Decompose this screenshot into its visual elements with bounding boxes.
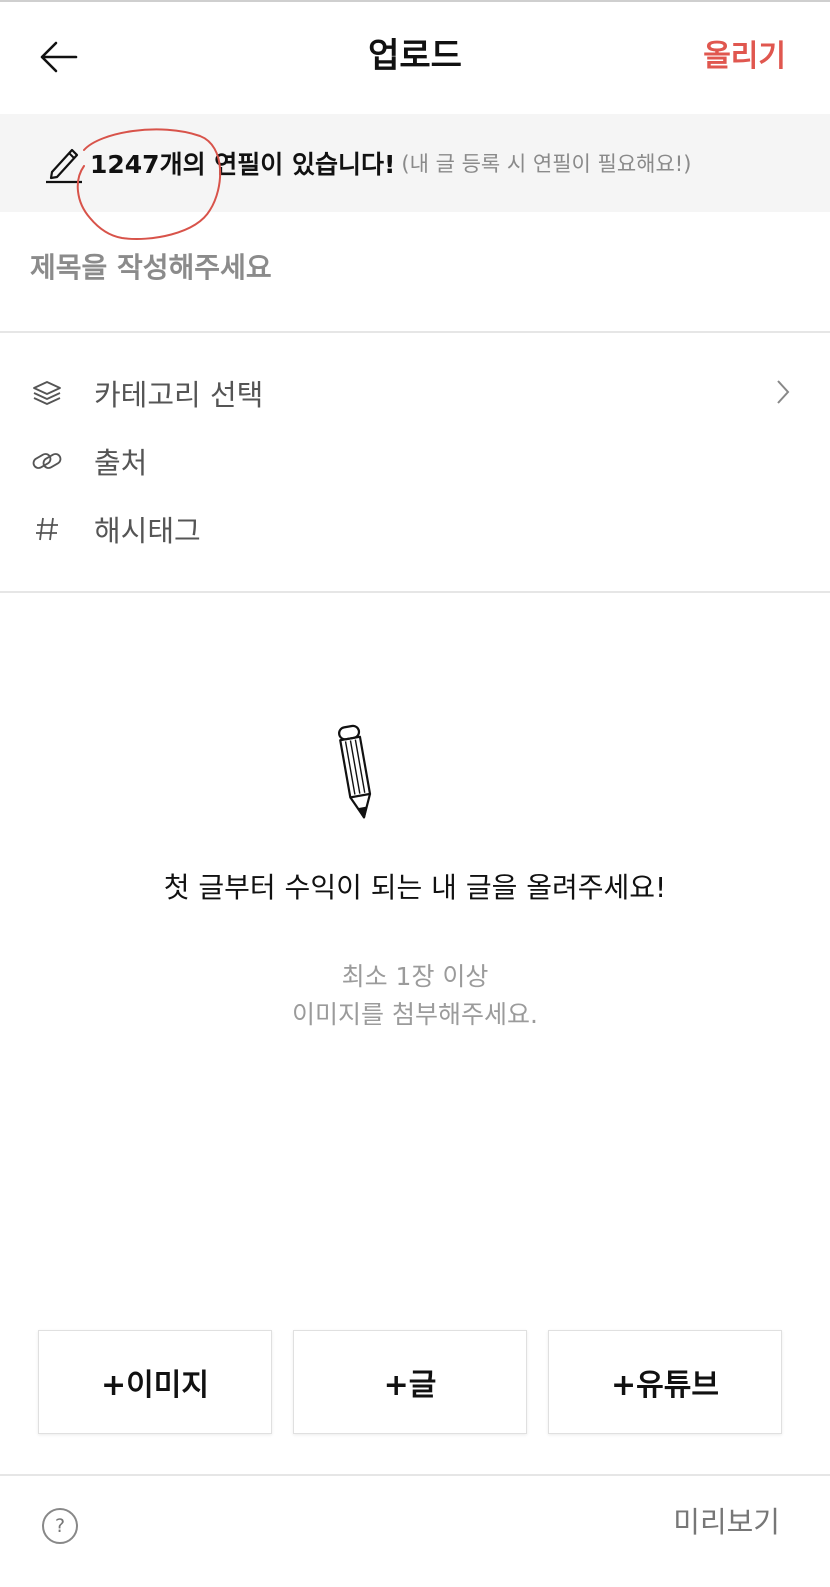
empty-state-subtitle-line1: 최소 1장 이상 xyxy=(341,962,489,991)
title-input[interactable] xyxy=(0,212,830,332)
pencil-count-banner: 1247개의 연필이 있습니다! (내 글 등록 시 연필이 필요해요!) xyxy=(0,114,830,212)
add-youtube-button[interactable]: +유튜브 xyxy=(548,1330,782,1434)
empty-state-subtitle: 최소 1장 이상 이미지를 첨부해주세요. xyxy=(0,958,830,1034)
hashtag-icon xyxy=(30,512,64,546)
source-label: 출처 xyxy=(94,446,148,480)
empty-state-title: 첫 글부터 수익이 되는 내 글을 올려주세요! xyxy=(163,871,667,904)
help-icon[interactable]: ? xyxy=(42,1508,78,1544)
hashtag-row[interactable]: 해시태그 xyxy=(0,495,830,563)
divider xyxy=(0,591,830,593)
add-image-button[interactable]: +이미지 xyxy=(38,1330,272,1434)
category-select-label: 카테고리 선택 xyxy=(94,378,264,412)
layers-icon xyxy=(30,376,64,410)
link-icon xyxy=(30,444,64,478)
source-row[interactable]: 출처 xyxy=(0,427,830,495)
category-select-row[interactable]: 카테고리 선택 xyxy=(0,359,830,427)
empty-state-subtitle-line2: 이미지를 첨부해주세요. xyxy=(292,1000,538,1029)
upload-button[interactable]: 올리기 xyxy=(703,34,786,80)
chevron-right-icon xyxy=(777,380,790,404)
add-text-button[interactable]: +글 xyxy=(293,1330,527,1434)
pencil-icon xyxy=(46,148,82,184)
divider xyxy=(0,331,830,333)
pencil-icon xyxy=(338,724,372,819)
header: 업로드 올리기 xyxy=(0,2,830,112)
pencil-info-text: (내 글 등록 시 연필이 필요해요!) xyxy=(401,152,692,176)
bottom-bar: ? 미리보기 xyxy=(0,1474,830,1587)
pencil-count-text: 1247개의 연필이 있습니다! xyxy=(90,150,396,179)
preview-button[interactable]: 미리보기 xyxy=(673,1500,780,1544)
hashtag-label: 해시태그 xyxy=(94,514,201,548)
